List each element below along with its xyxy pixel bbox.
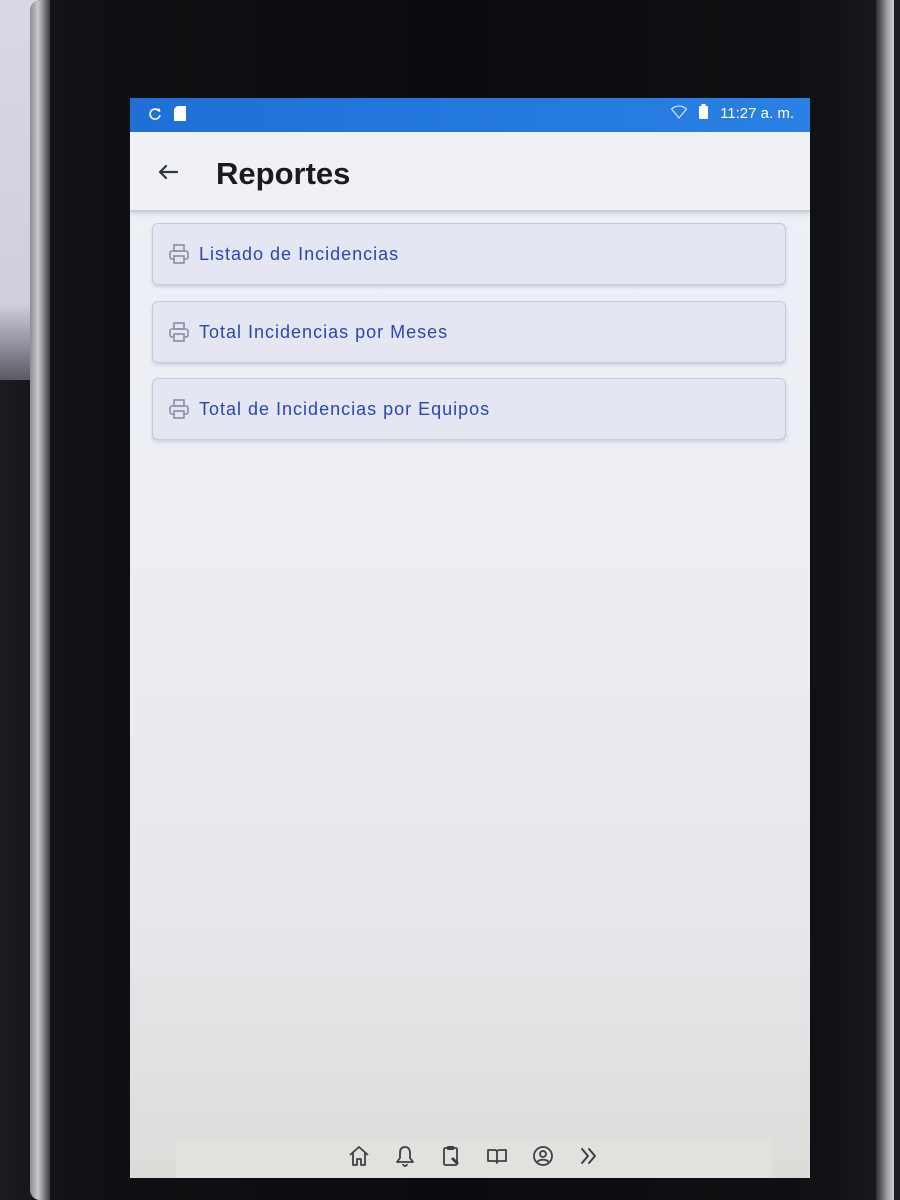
nav-home-button[interactable]	[343, 1142, 375, 1174]
nav-book-button[interactable]	[481, 1142, 513, 1174]
nav-clipboard-button[interactable]	[435, 1142, 467, 1174]
printer-icon	[167, 242, 191, 266]
printer-icon	[167, 320, 191, 344]
user-circle-icon	[531, 1144, 555, 1173]
status-left-icons	[148, 106, 186, 126]
bottom-nav	[176, 1138, 772, 1178]
tablet-device: 11:27 a. m. Reportes Listado de Incidenc…	[0, 0, 900, 1200]
wifi-icon	[670, 104, 688, 123]
report-item-total-por-meses[interactable]: Total Incidencias por Meses	[152, 301, 786, 363]
report-item-label: Listado de Incidencias	[199, 243, 400, 264]
battery-icon	[699, 104, 709, 123]
page-title: Reportes	[216, 156, 351, 191]
report-item-total-por-equipos[interactable]: Total de Incidencias por Equipos	[152, 378, 786, 440]
report-item-label: Total Incidencias por Meses	[199, 321, 449, 342]
arrow-left-icon	[158, 164, 179, 185]
back-button[interactable]	[148, 154, 188, 194]
nav-profile-button[interactable]	[527, 1142, 559, 1174]
home-icon	[347, 1144, 371, 1173]
clipboard-icon	[439, 1144, 463, 1173]
nav-notifications-button[interactable]	[389, 1142, 421, 1174]
report-item-label: Total de Incidencias por Equipos	[199, 398, 491, 419]
printer-icon	[167, 397, 191, 421]
app-bar: Reportes	[130, 132, 810, 212]
bezel-left-edge	[30, 0, 50, 1200]
sync-icon	[148, 107, 162, 126]
bell-icon	[393, 1144, 417, 1173]
book-icon	[485, 1144, 509, 1173]
chevrons-right-icon	[577, 1144, 601, 1173]
status-time: 11:27 a. m.	[720, 105, 794, 122]
bezel-right-edge	[876, 0, 894, 1200]
nav-more-button[interactable]	[573, 1142, 605, 1174]
status-bar: 11:27 a. m.	[130, 98, 810, 132]
sd-card-icon	[174, 106, 186, 126]
device-screen: 11:27 a. m. Reportes Listado de Incidenc…	[130, 98, 810, 1178]
status-right-icons: 11:27 a. m.	[670, 104, 794, 123]
report-item-listado-incidencias[interactable]: Listado de Incidencias	[152, 223, 786, 285]
